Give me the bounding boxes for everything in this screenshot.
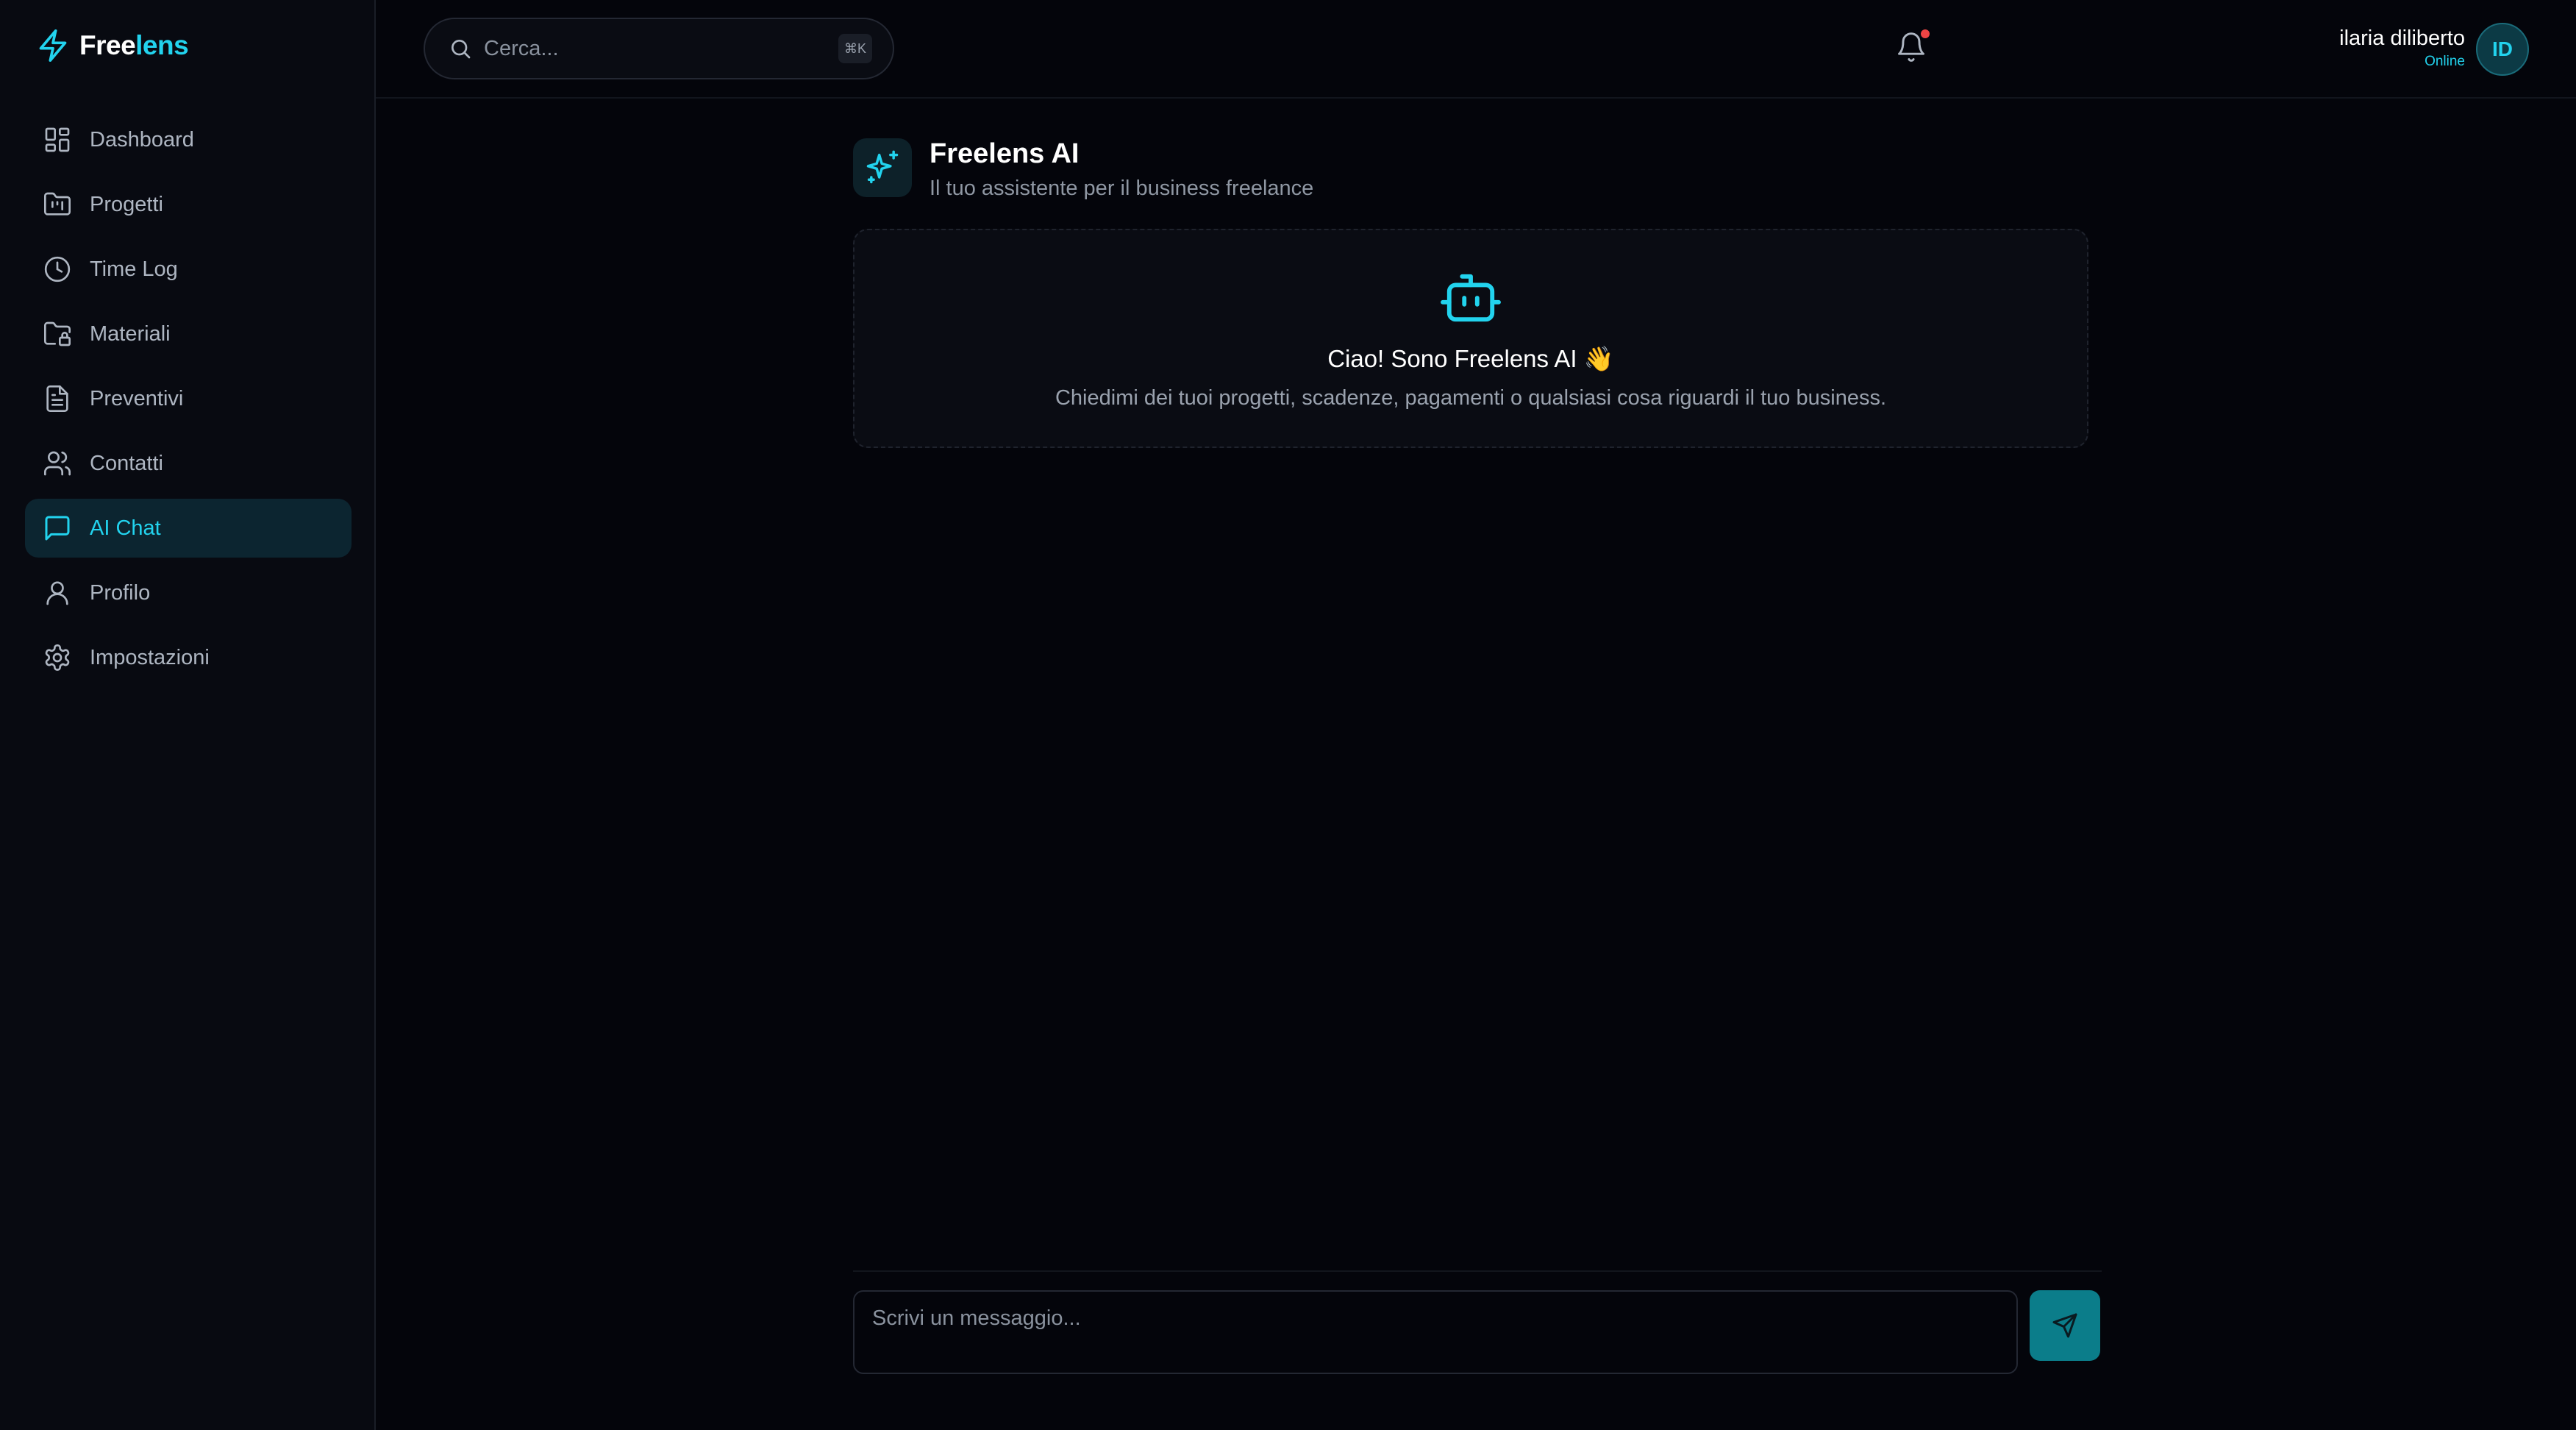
sidebar-item-profilo[interactable]: Profilo — [25, 563, 352, 622]
folder-lock-icon — [43, 319, 72, 349]
sidebar-item-label: Dashboard — [90, 127, 194, 152]
sidebar-item-label: Time Log — [90, 257, 178, 281]
sidebar-nav: Dashboard Progetti Time Log Materiali Pr… — [25, 110, 352, 693]
sidebar-item-ai-chat[interactable]: AI Chat — [25, 499, 352, 558]
gear-icon — [43, 643, 72, 672]
welcome-title: Ciao! Sono Freelens AI 👋 — [1327, 345, 1614, 372]
search-bar[interactable]: ⌘K — [424, 18, 894, 79]
clock-icon — [43, 255, 72, 284]
sidebar-item-label: Contatti — [90, 451, 163, 475]
user-name: ilaria diliberto — [2339, 26, 2465, 50]
bot-icon — [1440, 270, 1502, 326]
brand-name-part2: lens — [135, 30, 189, 60]
brand-name: Freelens — [79, 30, 189, 61]
user-icon — [43, 578, 72, 608]
sidebar-item-label: Materiali — [90, 321, 171, 346]
notification-badge — [1921, 29, 1930, 38]
page-title: Freelens AI — [930, 138, 1080, 169]
sidebar-item-preventivi[interactable]: Preventivi — [25, 369, 352, 428]
sidebar-item-impostazioni[interactable]: Impostazioni — [25, 628, 352, 687]
sidebar-item-materiali[interactable]: Materiali — [25, 305, 352, 363]
message-input[interactable] — [872, 1306, 1999, 1358]
sidebar-item-label: Impostazioni — [90, 645, 210, 669]
search-icon — [449, 37, 472, 60]
page-subtitle: Il tuo assistente per il business freela… — [930, 177, 1314, 200]
welcome-text: Chiedimi dei tuoi progetti, scadenze, pa… — [1055, 386, 1887, 410]
sidebar-item-progetti[interactable]: Progetti — [25, 175, 352, 234]
send-button[interactable] — [2030, 1290, 2100, 1361]
sidebar-item-label: Progetti — [90, 192, 163, 216]
avatar[interactable]: ID — [2476, 23, 2529, 76]
sidebar-item-label: AI Chat — [90, 516, 161, 540]
sidebar-item-dashboard[interactable]: Dashboard — [25, 110, 352, 169]
search-shortcut-badge: ⌘K — [838, 34, 872, 63]
sidebar-item-time-log[interactable]: Time Log — [25, 240, 352, 299]
sidebar-item-label: Profilo — [90, 580, 151, 605]
sparkles-icon — [863, 149, 902, 187]
sidebar-item-label: Preventivi — [90, 386, 184, 410]
composer-divider — [853, 1270, 2102, 1272]
lightning-bolt-icon — [37, 28, 69, 63]
folder-kanban-icon — [43, 190, 72, 219]
brand-logo[interactable]: Freelens — [37, 26, 189, 65]
send-icon — [2052, 1312, 2078, 1339]
ai-badge — [853, 138, 912, 197]
top-bar: ⌘K — [376, 0, 2576, 99]
sidebar-item-contatti[interactable]: Contatti — [25, 434, 352, 493]
brand-name-part1: Free — [79, 30, 136, 60]
message-square-icon — [43, 513, 72, 543]
message-box[interactable] — [853, 1290, 2018, 1374]
sidebar: Freelens Dashboard Progetti Time Log Mat… — [0, 0, 376, 1430]
dashboard-grid-icon — [43, 125, 72, 154]
file-text-icon — [43, 384, 72, 413]
welcome-card: Ciao! Sono Freelens AI 👋 Chiedimi dei tu… — [853, 229, 2088, 448]
users-icon — [43, 449, 72, 478]
user-status: Online — [2425, 54, 2465, 69]
search-input[interactable] — [484, 36, 829, 61]
